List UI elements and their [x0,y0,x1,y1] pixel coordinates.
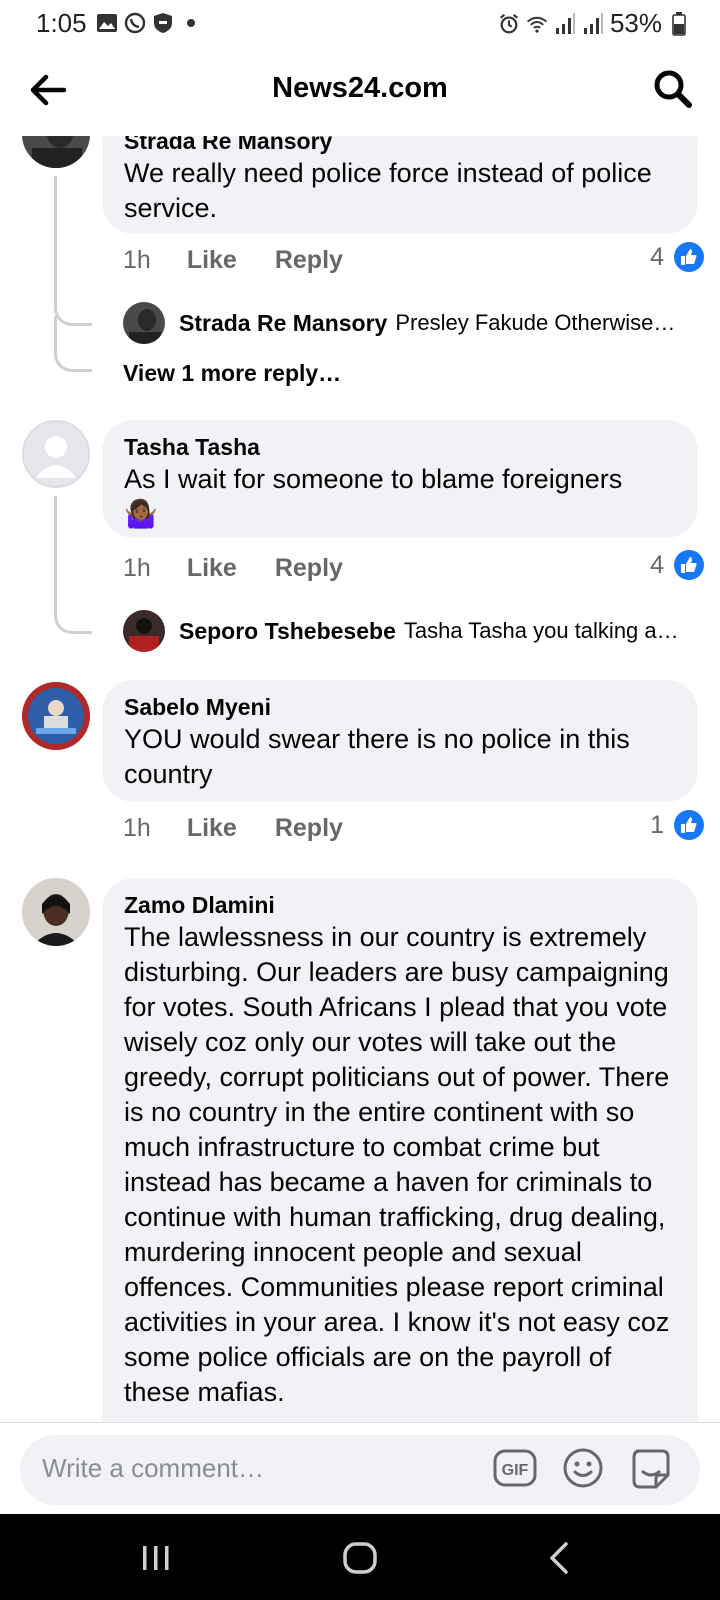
emoji: 🤷🏾‍♀️ [124,499,158,529]
like-button[interactable]: Like [187,554,237,583]
comment-author[interactable]: Tasha Tasha [124,432,676,462]
comment-text: We really need police force instead of p… [124,158,652,223]
search-icon[interactable] [652,68,694,110]
like-button[interactable]: Like [187,246,237,275]
like-button[interactable]: Like [187,814,237,843]
signal-icon [582,12,604,35]
gif-icon[interactable]: GIF [492,1445,538,1491]
comment-input[interactable]: Write a comment… GIF [20,1435,700,1505]
battery-percent: 53% [609,8,662,38]
comment-actions: 1h Like Reply [123,814,343,843]
comments-feed[interactable]: Strada Re Mansory We really need police … [0,136,720,1422]
reaction-number: 1 [650,810,664,839]
thread-line [54,496,92,634]
status-bar: 1:05 53% [0,0,720,46]
status-time: 1:05 [36,8,87,38]
avatar[interactable] [123,610,165,652]
comment-actions: 1h Like Reply [123,246,343,275]
reply-author[interactable]: Strada Re Mansory [179,310,387,337]
reply-button[interactable]: Reply [275,246,343,275]
dot-icon [180,12,202,34]
battery-icon [668,11,690,36]
comment-author[interactable]: Zamo Dlamini [124,890,676,920]
whatsapp-icon [124,12,146,34]
reply-button[interactable]: Reply [275,814,343,843]
comment-time: 1h [123,554,151,582]
comment-text: As I wait for someone to blame foreigner… [124,464,623,494]
comment-bubble[interactable]: Strada Re Mansory We really need police … [102,136,698,234]
thumbs-up-icon [674,550,704,580]
reply-preview[interactable]: Strada Re Mansory Presley Fakude Otherwi… [123,302,703,344]
reply-text: Presley Fakude Otherwise… [395,310,676,335]
comment-bubble[interactable]: Tasha Tasha As I wait for someone to bla… [102,420,698,538]
view-more-replies-link[interactable]: View 1 more reply… [123,360,341,387]
thread-line [54,316,92,372]
reply-preview[interactable]: Seporo Tshebesebe Tasha Tasha you talkin… [123,610,703,652]
comment-text: YOU would swear there is no police in th… [124,724,630,789]
recent-apps-icon[interactable] [134,1536,178,1580]
wifi-icon [526,13,548,35]
back-icon[interactable] [538,1536,582,1580]
reply-button[interactable]: Reply [275,554,343,583]
notification-icons [96,12,202,34]
comment-time: 1h [123,246,151,274]
comment-composer: Write a comment… GIF [0,1422,720,1514]
reply-author[interactable]: Seporo Tshebesebe [179,618,396,645]
system-nav-bar [0,1514,720,1600]
avatar[interactable] [22,420,90,488]
reaction-number: 4 [650,242,664,271]
page-title: News24.com [272,72,448,104]
signal-icon [554,12,576,35]
sticker-icon[interactable] [628,1445,674,1491]
reaction-count[interactable]: 1 [650,810,704,840]
thumbs-up-icon [674,242,704,272]
comment-time: 1h [123,814,151,842]
comment-bubble[interactable]: Zamo Dlamini The lawlessness in our coun… [102,878,698,1422]
reaction-count[interactable]: 4 [650,550,704,580]
reaction-number: 4 [650,550,664,579]
system-icons: 53% [498,8,690,39]
comment-text: The lawlessness in our country is extrem… [124,922,670,1407]
thumbs-up-icon [674,810,704,840]
reply-text: Tasha Tasha you talking a… [403,618,679,643]
shield-icon [152,12,174,34]
thread-line [54,176,92,326]
avatar[interactable] [123,302,165,344]
top-app-bar: News24.com [0,46,720,136]
reaction-count[interactable]: 4 [650,242,704,272]
avatar[interactable] [22,878,90,946]
gallery-icon [96,12,118,34]
svg-text:GIF: GIF [502,1462,529,1479]
alarm-icon [498,13,520,35]
avatar[interactable] [22,682,90,750]
emoji-icon[interactable] [560,1445,606,1491]
avatar[interactable] [22,136,90,168]
comment-author[interactable]: Strada Re Mansory [124,136,676,156]
comment-placeholder: Write a comment… [42,1453,265,1483]
comment-actions: 1h Like Reply [123,554,343,583]
comment-author[interactable]: Sabelo Myeni [124,692,676,722]
comment-bubble[interactable]: Sabelo Myeni YOU would swear there is no… [102,680,698,802]
home-icon[interactable] [338,1536,382,1580]
